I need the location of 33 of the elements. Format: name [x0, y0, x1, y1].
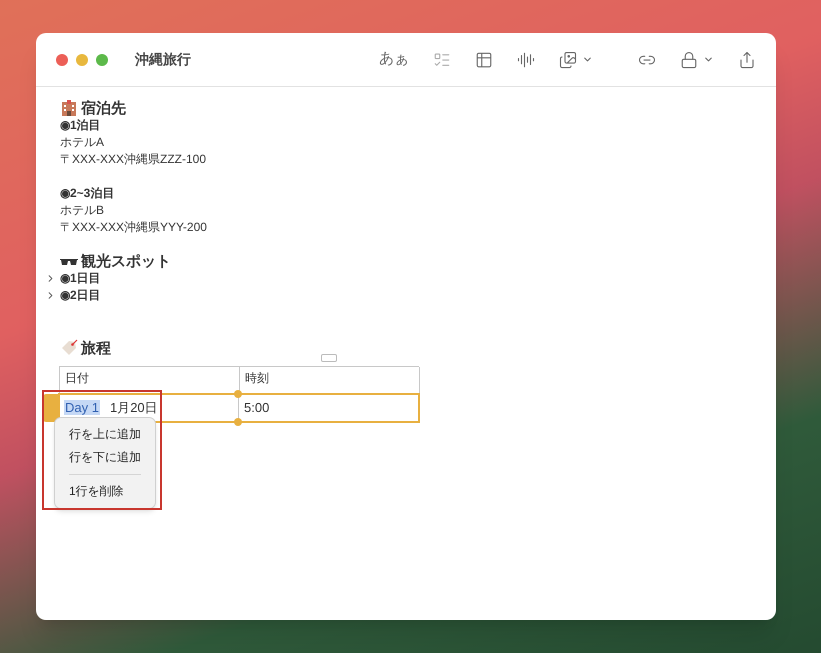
checklist-icon[interactable]: [433, 50, 451, 68]
cell-text: 5:00: [244, 400, 270, 415]
subheading: ◉2~3泊目: [60, 185, 116, 202]
lock-icon[interactable]: [680, 50, 698, 68]
subheading: ◉1泊目: [60, 117, 102, 134]
share-icon[interactable]: [738, 50, 756, 68]
row-resize-handle[interactable]: [234, 390, 242, 398]
sunglasses-icon: [60, 256, 78, 266]
text-line: 〒XXX-XXX沖縄県ZZZ-100: [60, 151, 208, 168]
close-button[interactable]: [56, 54, 68, 66]
row-grip-handle[interactable]: [43, 394, 59, 422]
tag-icon: [60, 339, 78, 357]
menu-item[interactable]: 行を下に追加: [61, 446, 149, 469]
cell-text: 1月20日: [110, 400, 158, 415]
section-heading: 旅程: [81, 340, 111, 356]
text-line: ホテルB: [60, 202, 106, 219]
collapsed-heading: ◉1日目: [60, 270, 101, 287]
text-line: 〒XXX-XXX沖縄県YYY-200: [60, 219, 208, 236]
selected-text: Day 1: [64, 400, 100, 415]
hotel-icon: [60, 99, 78, 117]
menu-item[interactable]: 1行を削除: [61, 480, 149, 503]
section-heading: 宿泊先: [81, 100, 126, 116]
collapsed-heading: ◉2日目: [60, 287, 101, 304]
text-line: ホテルA: [60, 134, 106, 151]
photo-icon[interactable]: [559, 50, 577, 68]
table-icon[interactable]: [475, 50, 493, 68]
text-format-button[interactable]: あぁ: [379, 48, 409, 71]
menu-item[interactable]: 行を上に追加: [61, 423, 149, 446]
row-resize-handle[interactable]: [234, 418, 242, 426]
more-handle[interactable]: [321, 354, 337, 362]
audio-wave-icon[interactable]: [517, 50, 535, 68]
window-title: 沖縄旅行: [135, 50, 191, 69]
section-heading: 観光スポット: [81, 253, 171, 270]
